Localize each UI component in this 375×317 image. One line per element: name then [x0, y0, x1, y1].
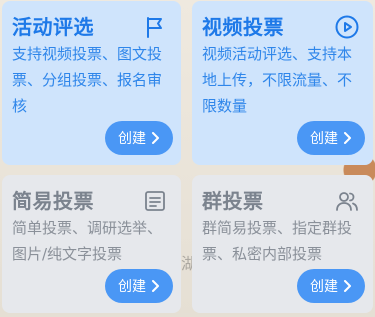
chevron-right-icon [344, 280, 351, 292]
create-button-label: 创建 [310, 279, 338, 295]
create-button[interactable]: 创建 [297, 269, 365, 303]
card-title: 视频投票 [202, 15, 284, 39]
card-description: 简单投票、调研选举、图片/纯文字投票 [12, 219, 163, 263]
chevron-right-icon [344, 132, 351, 144]
card-group-voting[interactable]: 群投票 群简易投票、指定群投票、私密内部投票 创建 [192, 175, 373, 313]
create-button-label: 创建 [118, 131, 146, 147]
create-button-label: 创建 [118, 279, 146, 295]
play-icon [335, 15, 359, 39]
card-title: 活动评选 [12, 15, 94, 39]
form-icon [145, 191, 165, 211]
chevron-right-icon [152, 280, 159, 292]
chevron-right-icon [152, 132, 159, 144]
create-button[interactable]: 创建 [105, 269, 173, 303]
card-video-voting[interactable]: 视频投票 视频活动评选、支持本地上传，不限流量、不限数量 创建 [192, 1, 373, 165]
create-button-label: 创建 [310, 131, 338, 147]
card-description: 群简易投票、指定群投票、私密内部投票 [202, 219, 353, 263]
card-description: 支持视频投票、图文投票、分组投票、报名审核 [12, 45, 163, 115]
card-title: 简易投票 [12, 189, 94, 213]
flag-icon [147, 17, 162, 38]
card-description: 视频活动评选、支持本地上传，不限流量、不限数量 [202, 45, 353, 115]
create-button[interactable]: 创建 [297, 121, 365, 155]
create-button[interactable]: 创建 [105, 121, 173, 155]
card-title: 群投票 [202, 189, 264, 213]
card-simple-voting[interactable]: 简易投票 简单投票、调研选举、图片/纯文字投票 创建 [2, 175, 181, 313]
group-icon [336, 192, 358, 211]
card-activity-selection[interactable]: 活动评选 支持视频投票、图文投票、分组投票、报名审核 创建 [2, 1, 181, 165]
